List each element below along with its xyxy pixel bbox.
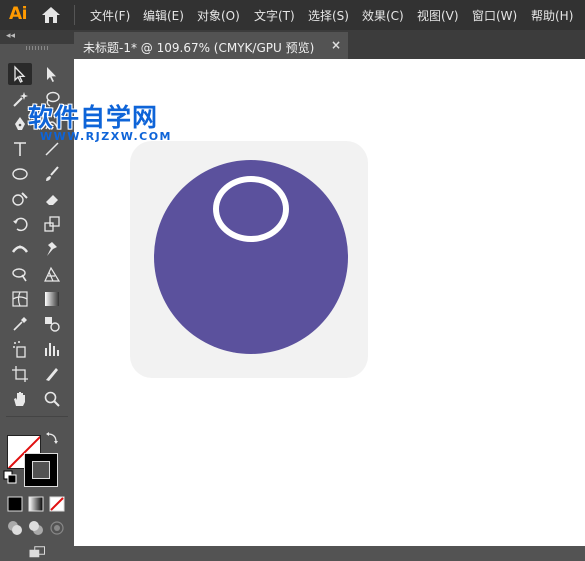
menu-object[interactable]: 对象(O) <box>197 7 240 24</box>
color-mode-icon[interactable] <box>6 495 24 513</box>
document-tab[interactable]: 未标题-1* @ 109.67% (CMYK/GPU 预览) × <box>74 32 348 59</box>
watermark-url: WWW.RJZXW.COM <box>40 130 172 143</box>
width-tool-icon[interactable] <box>8 238 32 260</box>
swap-fill-stroke-icon[interactable] <box>44 430 62 448</box>
rotate-tool-icon[interactable] <box>8 213 32 235</box>
ellipse-tool-icon[interactable] <box>8 163 32 185</box>
mesh-tool-icon[interactable] <box>8 288 32 310</box>
puppet-warp-tool-icon[interactable] <box>40 238 64 260</box>
watermark-title: 软件自学网 <box>28 103 159 132</box>
zoom-tool-icon[interactable] <box>40 388 64 410</box>
menu-window[interactable]: 窗口(W) <box>472 7 517 24</box>
none-mode-icon[interactable] <box>48 495 66 513</box>
menu-edit[interactable]: 编辑(E) <box>143 7 184 24</box>
close-icon[interactable]: × <box>331 38 341 52</box>
home-icon[interactable] <box>41 6 61 24</box>
shaper-tool-icon[interactable] <box>8 188 32 210</box>
symbol-sprayer-tool-icon[interactable] <box>8 338 32 360</box>
menu-bar: Ai 文件(F) 编辑(E) 对象(O) 文字(T) 选择(S) 效果(C) 视… <box>0 0 585 30</box>
column-graph-tool-icon[interactable] <box>40 338 64 360</box>
gradient-tool-icon[interactable] <box>40 288 64 310</box>
scale-tool-icon[interactable] <box>40 213 64 235</box>
stroke-swatch[interactable] <box>24 453 58 487</box>
document-tab-bar: 未标题-1* @ 109.67% (CMYK/GPU 预览) × <box>74 30 585 59</box>
default-fill-stroke-icon[interactable] <box>3 470 19 486</box>
shape-builder-tool-icon[interactable] <box>8 263 32 285</box>
watermark: 软件自学网 WWW.RJZXW.COM <box>28 103 172 144</box>
eraser-tool-icon[interactable] <box>40 188 64 210</box>
blend-tool-icon[interactable] <box>40 313 64 335</box>
eyedropper-tool-icon[interactable] <box>8 313 32 335</box>
gradient-mode-icon[interactable] <box>27 495 45 513</box>
direct-selection-tool-icon[interactable] <box>40 63 64 85</box>
document-tab-title: 未标题-1* @ 109.67% (CMYK/GPU 预览) <box>83 41 315 55</box>
menu-view[interactable]: 视图(V) <box>417 7 459 24</box>
menu-file[interactable]: 文件(F) <box>90 7 130 24</box>
menu-effect[interactable]: 效果(C) <box>362 7 404 24</box>
draw-behind-icon[interactable] <box>27 519 45 537</box>
draw-normal-icon[interactable] <box>6 519 24 537</box>
paintbrush-tool-icon[interactable] <box>40 163 64 185</box>
hand-tool-icon[interactable] <box>8 388 32 410</box>
app-logo: Ai <box>9 4 27 24</box>
draw-inside-icon[interactable] <box>48 519 66 537</box>
selection-tool-icon[interactable] <box>8 63 32 85</box>
panel-grip[interactable] <box>26 46 48 50</box>
white-ring-shape[interactable] <box>213 176 289 242</box>
slice-tool-icon[interactable] <box>40 363 64 385</box>
menu-divider <box>74 5 75 25</box>
artboard-tool-icon[interactable] <box>8 363 32 385</box>
tools-panel-header: ◂◂ <box>0 30 74 44</box>
menu-type[interactable]: 文字(T) <box>254 7 295 24</box>
perspective-grid-tool-icon[interactable] <box>40 263 64 285</box>
collapse-icon[interactable]: ◂◂ <box>6 31 15 41</box>
menu-help[interactable]: 帮助(H) <box>531 7 573 24</box>
toolbar-divider <box>6 416 68 417</box>
menu-select[interactable]: 选择(S) <box>308 7 349 24</box>
